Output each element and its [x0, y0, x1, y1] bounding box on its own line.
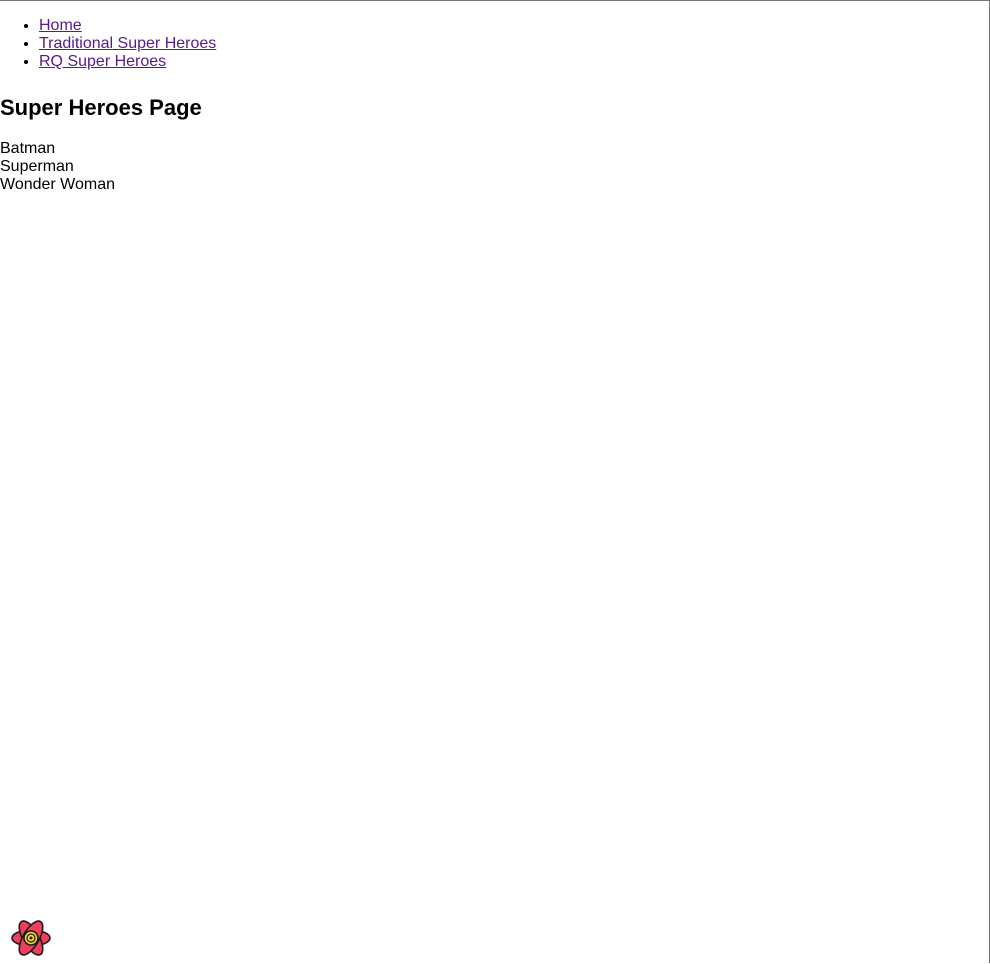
nav-link-traditional-super-heroes[interactable]: Traditional Super Heroes [39, 35, 216, 52]
nav-link-home[interactable]: Home [39, 17, 82, 34]
main-nav: Home Traditional Super Heroes RQ Super H… [0, 17, 989, 71]
hero-item: Batman [0, 140, 56, 157]
nav-list: Home Traditional Super Heroes RQ Super H… [0, 17, 989, 71]
react-query-devtools-button[interactable] [10, 917, 52, 959]
page-title: Super Heroes Page [0, 95, 202, 120]
nav-item-home: Home [39, 17, 989, 35]
hero-item: Superman [0, 158, 74, 175]
nav-item-rq-super-heroes: RQ Super Heroes [39, 53, 989, 71]
react-query-flower-icon [11, 920, 51, 956]
hero-list: Batman Superman Wonder Woman [0, 140, 989, 194]
nav-link-rq-super-heroes[interactable]: RQ Super Heroes [39, 53, 166, 70]
hero-item: Wonder Woman [0, 176, 116, 193]
nav-item-traditional-super-heroes: Traditional Super Heroes [39, 35, 989, 53]
